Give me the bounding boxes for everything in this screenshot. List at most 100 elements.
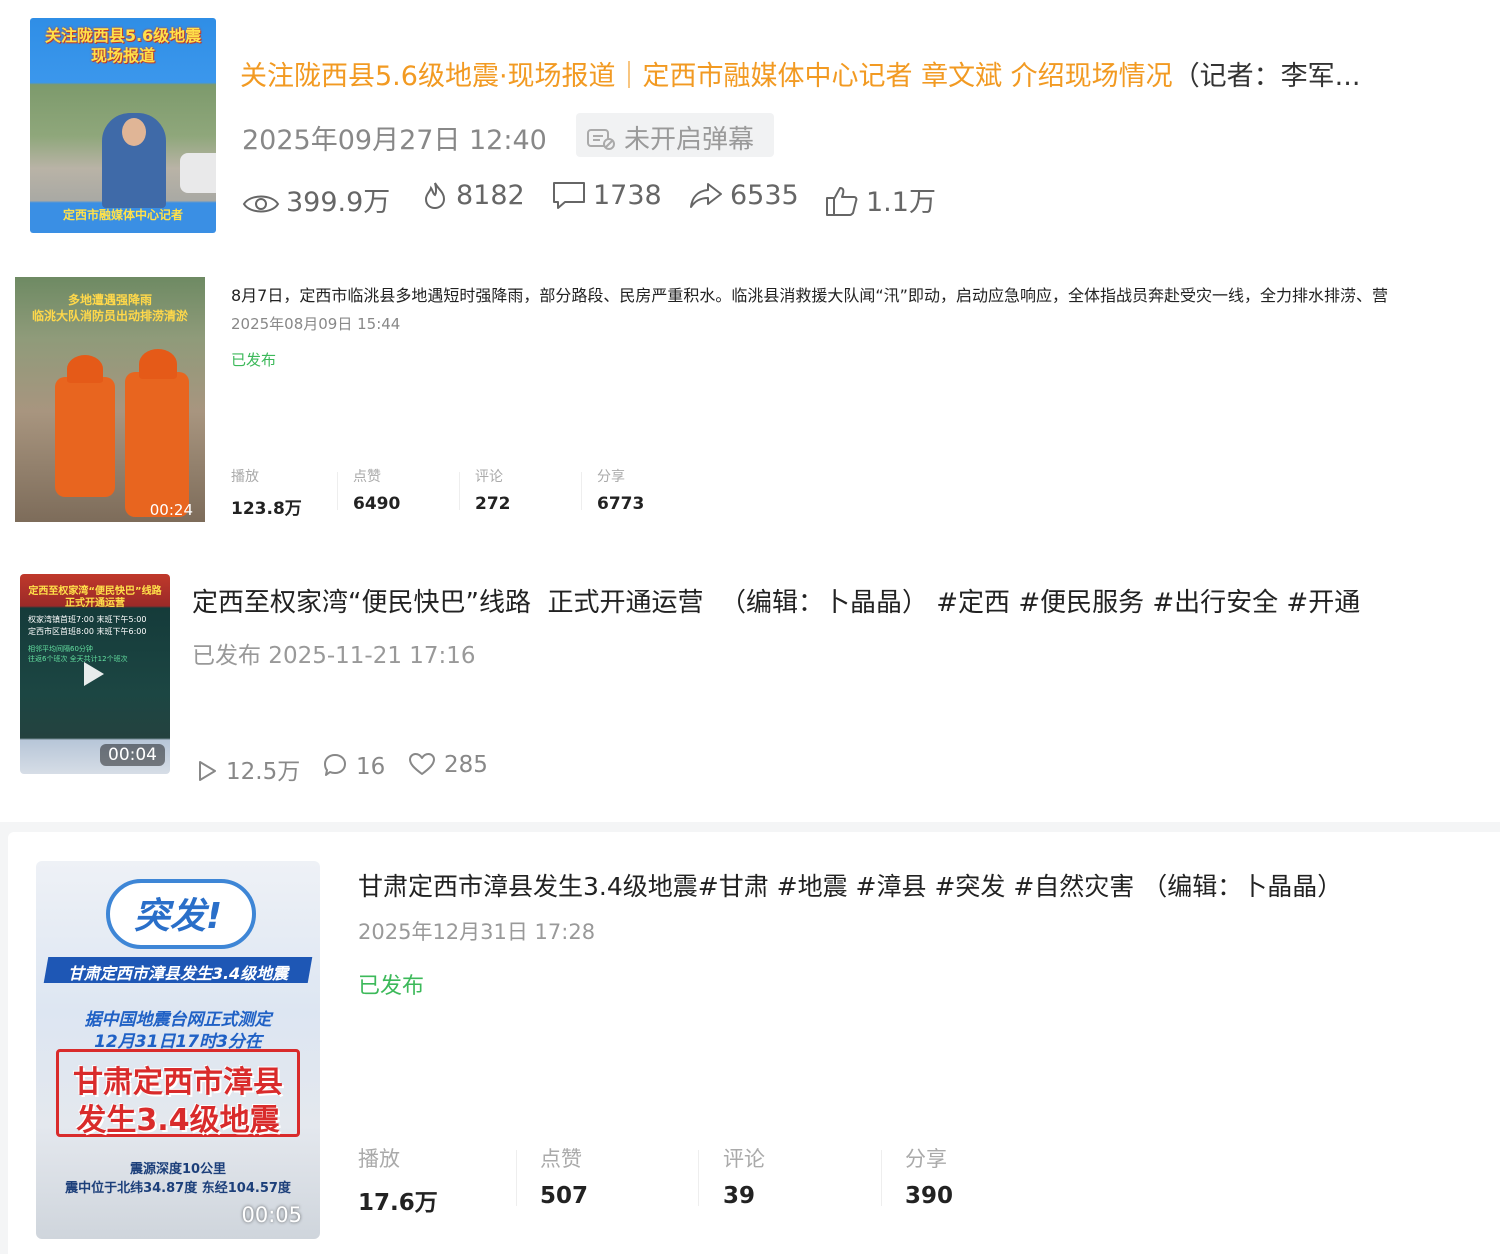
- metric-plays: 播放 123.8万: [231, 466, 302, 519]
- video-duration: 00:05: [241, 1203, 302, 1227]
- video-card-1[interactable]: 关注陇西县5.6级地震 现场报道 定西市融媒体中心记者 关注陇西县5.6级地震·…: [0, 0, 1500, 250]
- thumbnail-title-line2: 临洮大队消防员出动排涝清淤: [31, 309, 188, 323]
- eye-icon: [242, 195, 280, 213]
- thumbnail-text-line: 相邻平均间隔60分钟: [28, 645, 93, 653]
- metric-comments: 评论 39: [723, 1143, 765, 1209]
- comment-icon: [553, 182, 585, 209]
- metric-label: 分享: [597, 469, 625, 485]
- status-badge: 已发布: [358, 974, 425, 999]
- likes-stat[interactable]: 1.1万: [824, 180, 936, 220]
- thumbnail-title-line1: 多地遭遇强降雨: [67, 293, 152, 307]
- video-title[interactable]: 甘肃定西市漳县发生3.4级地震#甘肃 #地震 #漳县 #突发 #自然灾害 （编辑…: [358, 867, 1488, 903]
- play-icon[interactable]: [84, 662, 104, 686]
- publish-date: 2025年09月27日 12:40: [242, 125, 547, 156]
- video-duration: 00:24: [149, 501, 193, 519]
- metric-value: 39: [723, 1183, 756, 1209]
- metric-label: 评论: [723, 1147, 765, 1171]
- video-card-4[interactable]: 突发! 甘肃定西市漳县发生3.4级地震 据中国地震台网正式测定 12月31日17…: [8, 832, 1500, 1254]
- metric-label: 点赞: [540, 1147, 582, 1171]
- views-stat: 399.9万: [242, 180, 390, 220]
- danmu-status-label: 未开启弹幕: [624, 125, 755, 155]
- publish-meta: 已发布 2025-11-21 17:16: [192, 643, 476, 669]
- likes-count: 285: [444, 752, 488, 778]
- thumbnail-text-line: 定西市区首班8:00 末班下午6:00: [28, 627, 147, 636]
- divider: [581, 472, 582, 510]
- thumbnail-burst-text: 突发!: [133, 896, 223, 937]
- metric-comments: 评论 272: [475, 466, 511, 514]
- thumbnail-headline-line2: 发生3.4级地震: [76, 1103, 280, 1138]
- views-count: 399.9万: [286, 187, 391, 218]
- metric-likes: 点赞 6490: [353, 466, 400, 514]
- thumbnail-text-line: 震中位于北纬34.87度 东经104.57度: [65, 1181, 291, 1196]
- video-description[interactable]: 8月7日，定西市临洮县多地遇短时强降雨，部分路段、民房严重积水。临洮县消救援大队…: [231, 282, 1500, 306]
- danmu-off-icon: [587, 129, 615, 150]
- video-duration: 00:04: [100, 744, 165, 766]
- danmu-status-button[interactable]: 未开启弹幕: [576, 113, 774, 157]
- metric-likes: 点赞 507: [540, 1143, 588, 1209]
- video-title[interactable]: 关注陇西县5.6级地震·现场报道｜定西市融媒体中心记者 章文斌 介绍现场情况（记…: [240, 54, 1430, 93]
- metric-plays: 播放 17.6万: [358, 1143, 438, 1217]
- status-badge: 已发布: [231, 351, 277, 369]
- video-card-3[interactable]: 定西至权家湾“便民快巴”线路 正式开通运营 权家湾镇首班7:00 末班下午5:0…: [0, 540, 1500, 822]
- divider: [459, 472, 460, 510]
- comment-icon: [324, 754, 346, 776]
- divider: [337, 472, 338, 510]
- metric-label: 播放: [231, 469, 259, 485]
- comments-stat[interactable]: 16: [322, 752, 385, 780]
- thumbnail-caption: 定西市融媒体中心记者: [62, 208, 183, 222]
- likes-count: 1.1万: [866, 187, 936, 218]
- thumbnail-band-text: 甘肃定西市漳县发生3.4级地震: [67, 964, 289, 983]
- metric-shares: 分享 6773: [597, 466, 644, 514]
- video-thumbnail[interactable]: 突发! 甘肃定西市漳县发生3.4级地震 据中国地震台网正式测定 12月31日17…: [36, 861, 320, 1239]
- metric-value: 272: [475, 494, 511, 514]
- thumbs-up-icon: [826, 187, 858, 216]
- metric-shares: 分享 390: [905, 1143, 953, 1209]
- comments-stat[interactable]: 1738: [551, 180, 662, 220]
- share-icon: [690, 183, 722, 208]
- video-thumbnail[interactable]: 多地遭遇强降雨 临洮大队消防员出动排涝清淤 00:24: [15, 277, 205, 522]
- flame-icon: [424, 182, 446, 210]
- thumbnail-text-line: 震源深度10公里: [129, 1162, 227, 1177]
- divider: [698, 1150, 699, 1206]
- metric-value: 6773: [597, 494, 645, 514]
- metric-label: 播放: [358, 1147, 400, 1171]
- publish-date: 2025年08月09日 15:44: [231, 315, 401, 333]
- thumbnail-title-line2: 正式开通运营: [65, 598, 125, 609]
- metric-label: 分享: [905, 1147, 947, 1171]
- play-outline-icon: [199, 761, 216, 781]
- thumbnail-firefighter: [125, 372, 189, 517]
- metric-label: 评论: [475, 469, 503, 485]
- heart-icon: [409, 753, 435, 775]
- thumbnail-car: [180, 153, 216, 193]
- thumbnail-title-line2: 现场报道: [90, 46, 155, 65]
- plays-count: 12.5万: [226, 759, 301, 785]
- metric-value: 507: [540, 1183, 589, 1209]
- thumbnail-helmet: [67, 355, 103, 383]
- metric-value: 6490: [353, 494, 401, 514]
- thumbnail-reporter-head: [122, 118, 146, 146]
- hot-stat: 8182: [420, 180, 525, 220]
- video-thumbnail[interactable]: 定西至权家湾“便民快巴”线路 正式开通运营 权家湾镇首班7:00 末班下午5:0…: [20, 574, 170, 774]
- video-title-main: 关注陇西县5.6级地震·现场报道｜定西市融媒体中心记者 章文斌 介绍现场情况: [240, 61, 1173, 92]
- metric-label: 点赞: [353, 469, 381, 485]
- shares-count: 6535: [730, 180, 799, 211]
- video-title[interactable]: 定西至权家湾“便民快巴”线路 正式开通运营 （编辑：卜晶晶） #定西 #便民服务…: [192, 582, 1492, 619]
- divider: [516, 1150, 517, 1206]
- thumbnail-text-line: 权家湾镇首班7:00 末班下午5:00: [28, 615, 147, 624]
- metric-value: 123.8万: [231, 499, 302, 519]
- video-title-tail: （记者：李军...: [1172, 61, 1361, 92]
- video-thumbnail[interactable]: 关注陇西县5.6级地震 现场报道 定西市融媒体中心记者: [30, 18, 216, 233]
- metric-value: 17.6万: [358, 1190, 438, 1216]
- comments-count: 16: [356, 754, 386, 780]
- thumbnail-helmet: [139, 349, 177, 379]
- shares-stat[interactable]: 6535: [688, 180, 799, 220]
- thumbnail-firefighter: [55, 377, 115, 497]
- divider: [881, 1150, 882, 1206]
- plays-stat: 12.5万: [196, 752, 300, 786]
- publish-date: 2025年12月31日 17:28: [358, 920, 596, 944]
- likes-stat[interactable]: 285: [408, 752, 488, 778]
- comments-count: 1738: [593, 180, 662, 211]
- video-card-2[interactable]: 多地遭遇强降雨 临洮大队消防员出动排涝清淤 00:24 8月7日，定西市临洮县多…: [0, 250, 1500, 540]
- metric-value: 390: [905, 1183, 954, 1209]
- hot-count: 8182: [456, 180, 525, 211]
